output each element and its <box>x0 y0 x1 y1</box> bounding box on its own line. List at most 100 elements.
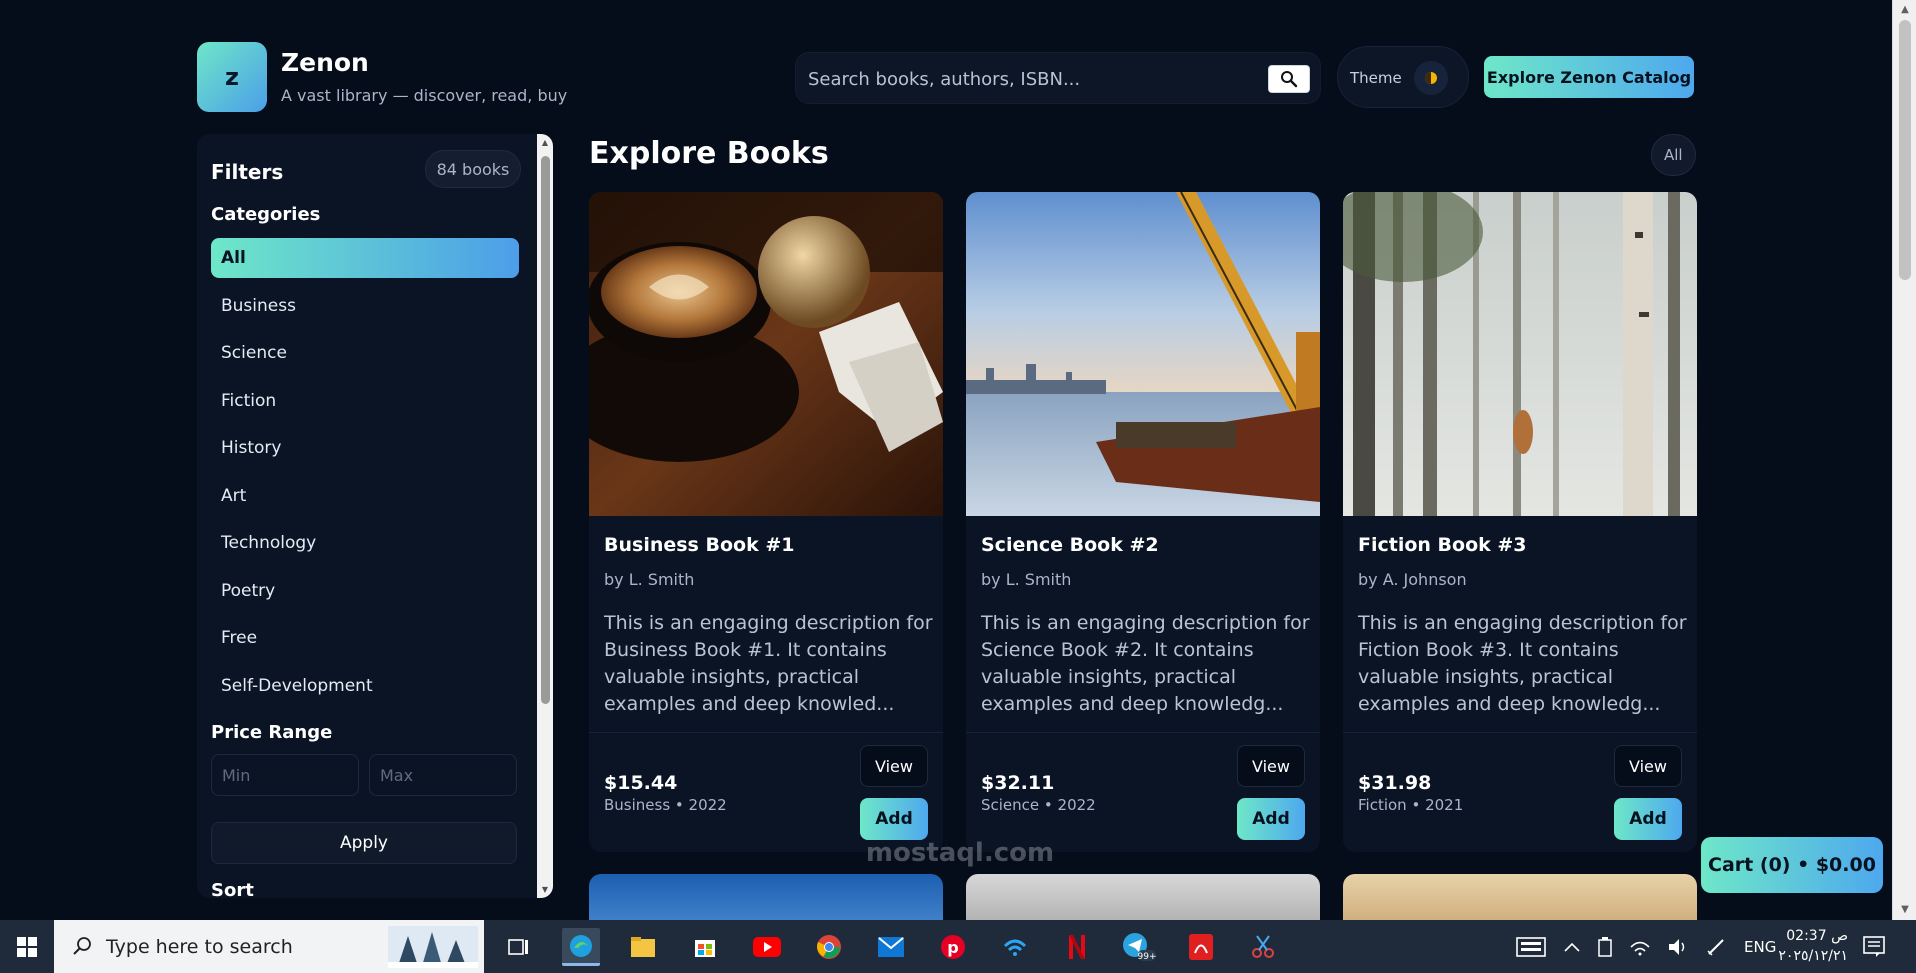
network-icon[interactable] <box>1630 938 1650 956</box>
book-description: This is an engaging description for Scie… <box>981 612 1310 715</box>
brand-tagline: A vast library — discover, read, buy <box>281 86 568 105</box>
min-price-input[interactable] <box>211 754 359 796</box>
explore-catalog-button[interactable]: Explore Zenon Catalog <box>1484 56 1694 98</box>
add-to-cart-button[interactable]: Add <box>1614 798 1682 840</box>
sidebar-scroll-thumb[interactable] <box>541 156 550 704</box>
wifi-app-icon[interactable] <box>996 928 1034 966</box>
book-title[interactable]: Science Book #2 <box>981 534 1159 556</box>
brand-name: Zenon <box>281 48 369 77</box>
book-description: This is an engaging description for Busi… <box>604 612 933 715</box>
category-free[interactable]: Free <box>211 618 519 658</box>
book-card-partial <box>589 874 943 920</box>
chrome-icon[interactable] <box>810 928 848 966</box>
book-card: Fiction Book #3 by A. Johnson This is an… <box>1343 192 1697 852</box>
add-to-cart-button[interactable]: Add <box>1237 798 1305 840</box>
page-scroll-thumb[interactable] <box>1899 20 1911 280</box>
browser-viewport: z Zenon A vast library — discover, read,… <box>0 0 1892 920</box>
book-card: Science Book #2 by L. Smith This is an e… <box>966 192 1320 852</box>
snipping-tool-icon[interactable] <box>1244 928 1282 966</box>
taskbar-search-box[interactable]: Type here to search <box>54 920 484 973</box>
battery-icon[interactable] <box>1598 936 1612 957</box>
chevron-up-icon[interactable] <box>1564 942 1580 952</box>
windows-taskbar: Type here to search p 99+ ENG 02:37 ص ٢٠… <box>0 920 1916 973</box>
cart-button[interactable]: Cart (0) • $0.00 <box>1701 837 1883 893</box>
add-to-cart-button[interactable]: Add <box>860 798 928 840</box>
category-fiction[interactable]: Fiction <box>211 381 519 421</box>
clock-time: 02:37 ص <box>1786 928 1848 944</box>
edge-browser-icon[interactable] <box>562 928 600 966</box>
category-self-development[interactable]: Self-Development <box>211 666 519 706</box>
telegram-icon[interactable]: 99+ <box>1120 928 1158 966</box>
book-title[interactable]: Fiction Book #3 <box>1358 534 1527 556</box>
search-input[interactable] <box>808 61 1248 97</box>
categories-title: Categories <box>211 204 321 225</box>
search-button[interactable] <box>1268 65 1310 93</box>
view-button[interactable]: View <box>1614 745 1682 787</box>
card-divider <box>966 732 1320 733</box>
page-scrollbar[interactable]: ▲ ▼ <box>1892 0 1916 920</box>
book-title[interactable]: Business Book #1 <box>604 534 794 556</box>
book-cover-crane-image <box>966 192 1320 516</box>
task-view-icon[interactable] <box>500 928 538 966</box>
book-cover-coffee-image <box>589 192 943 516</box>
book-card-partial <box>966 874 1320 920</box>
page-title: Explore Books <box>589 136 829 171</box>
scroll-down-arrow-icon[interactable]: ▼ <box>537 885 553 894</box>
taskbar-apps: p 99+ <box>500 928 1282 966</box>
book-card-partial <box>1343 874 1697 920</box>
winter-scene-icon <box>388 926 478 968</box>
scroll-down-arrow-icon[interactable]: ▼ <box>1893 900 1916 920</box>
filters-sidebar: Filters 84 books Categories All Business… <box>197 134 553 898</box>
taskbar-search-text: Type here to search <box>106 936 293 958</box>
sort-title: Sort <box>211 880 254 898</box>
microsoft-store-icon[interactable] <box>686 928 724 966</box>
theme-knob[interactable] <box>1414 61 1448 95</box>
apply-button[interactable]: Apply <box>211 822 517 864</box>
book-description: This is an engaging description for Fict… <box>1358 612 1687 715</box>
card-divider <box>1343 732 1697 733</box>
app-header: z Zenon A vast library — discover, read,… <box>197 42 1697 112</box>
netflix-icon[interactable] <box>1058 928 1096 966</box>
category-history[interactable]: History <box>211 428 519 468</box>
mail-icon[interactable] <box>872 928 910 966</box>
telegram-badge: 99+ <box>1138 952 1157 962</box>
notification-center-icon[interactable] <box>1862 934 1886 958</box>
scroll-up-arrow-icon[interactable]: ▲ <box>537 138 553 147</box>
view-button[interactable]: View <box>1237 745 1305 787</box>
start-button[interactable] <box>0 920 54 973</box>
theme-toggle[interactable]: Theme <box>1337 46 1469 108</box>
book-price: $15.44 <box>604 772 678 794</box>
filter-pill-all[interactable]: All <box>1651 134 1696 176</box>
clock[interactable]: 02:37 ص ٢٠٢٥/١٢/٢١ <box>1768 926 1848 966</box>
pinterest-icon[interactable]: p <box>934 928 972 966</box>
book-meta: Fiction • 2021 <box>1358 796 1464 814</box>
category-art[interactable]: Art <box>211 476 519 516</box>
book-count-badge: 84 books <box>425 150 521 188</box>
acrobat-icon[interactable] <box>1182 928 1220 966</box>
category-business[interactable]: Business <box>211 286 519 326</box>
keyboard-layout-icon[interactable] <box>1516 936 1546 957</box>
category-list: All Business Science Fiction History Art… <box>211 238 519 713</box>
sidebar-scrollbar[interactable]: ▲ ▼ <box>537 134 553 898</box>
volume-icon[interactable] <box>1668 938 1688 956</box>
category-technology[interactable]: Technology <box>211 523 519 563</box>
view-button[interactable]: View <box>860 745 928 787</box>
clock-date: ٢٠٢٥/١٢/٢١ <box>1778 948 1848 964</box>
book-author: by L. Smith <box>604 570 695 589</box>
book-meta: Science • 2022 <box>981 796 1096 814</box>
scroll-up-arrow-icon[interactable]: ▲ <box>1893 0 1916 20</box>
svg-text:p: p <box>947 938 958 957</box>
book-card: Business Book #1 by L. Smith This is an … <box>589 192 943 852</box>
price-range-title: Price Range <box>211 722 333 743</box>
category-science[interactable]: Science <box>211 333 519 373</box>
pen-icon[interactable] <box>1706 937 1726 957</box>
search-icon <box>1281 71 1298 88</box>
category-all[interactable]: All <box>211 238 519 278</box>
price-range-row <box>211 754 519 796</box>
windows-logo-icon <box>17 936 37 957</box>
youtube-icon[interactable] <box>748 928 786 966</box>
category-poetry[interactable]: Poetry <box>211 571 519 611</box>
file-explorer-icon[interactable] <box>624 928 662 966</box>
max-price-input[interactable] <box>369 754 517 796</box>
filters-title: Filters <box>211 160 284 184</box>
